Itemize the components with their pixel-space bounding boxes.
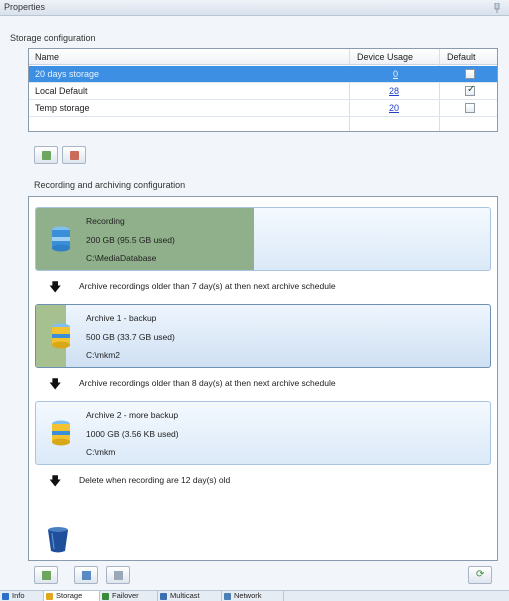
column-header-name[interactable]: Name: [31, 49, 59, 65]
storage-row-usage-link[interactable]: 0: [389, 66, 398, 82]
remove-archive-button[interactable]: [106, 566, 130, 584]
recording-storage-card[interactable]: Recording 200 GB (95.5 GB used) C:\Media…: [35, 207, 491, 271]
card-size: 1000 GB (3.56 KB used): [86, 429, 179, 439]
tab-label: Storage: [56, 591, 83, 600]
tab-label: Info: [12, 591, 25, 600]
panel-titlebar: Properties: [0, 0, 509, 16]
add-archive-button[interactable]: [34, 566, 58, 584]
storage-row-name: Local Default: [35, 86, 88, 96]
network-icon: [224, 593, 231, 600]
storage-group-label: Storage configuration: [10, 33, 96, 43]
storage-row-usage-link[interactable]: 20: [385, 100, 399, 116]
refresh-button[interactable]: ⟳: [468, 566, 492, 584]
storage-row-name: 20 days storage: [35, 69, 100, 79]
tab-info[interactable]: Info: [0, 591, 44, 601]
tab-network[interactable]: Network: [222, 591, 284, 601]
remove-storage-button[interactable]: [62, 146, 86, 164]
info-icon: [2, 593, 9, 600]
properties-tabs: Info Storage Failover Multicast Network: [0, 590, 509, 601]
storage-grid: Name Device Usage Default 20 days storag…: [28, 48, 498, 132]
storage-icon: [46, 593, 53, 600]
database-icon: [52, 226, 70, 252]
storage-grid-header: Name Device Usage Default: [29, 49, 497, 65]
add-storage-icon: [42, 151, 51, 160]
arrow-down-icon: 🡇: [49, 280, 62, 294]
failover-icon: [102, 593, 109, 600]
tab-storage[interactable]: Storage: [44, 591, 100, 601]
database-icon: [52, 420, 70, 446]
add-archive-icon: [42, 571, 51, 580]
add-storage-button[interactable]: [34, 146, 58, 164]
remove-archive-icon: [114, 571, 123, 580]
panel-title: Properties: [4, 2, 46, 12]
default-checkbox[interactable]: [465, 69, 475, 79]
default-checkbox[interactable]: [465, 103, 475, 113]
archive-storage-card[interactable]: Archive 1 - backup 500 GB (33.7 GB used)…: [35, 304, 491, 368]
storage-row-name: Temp storage: [35, 103, 90, 113]
remove-storage-icon: [70, 151, 79, 160]
refresh-icon: ⟳: [476, 569, 485, 580]
card-path: C:\mkm2: [86, 350, 120, 360]
archive-settings-button[interactable]: [74, 566, 98, 584]
recording-group-label: Recording and archiving configuration: [34, 180, 186, 190]
delete-rule-text: Delete when recording are 12 day(s) old: [79, 475, 231, 485]
tab-label: Multicast: [170, 591, 200, 600]
database-icon: [52, 323, 70, 349]
storage-row[interactable]: Local Default 28: [29, 83, 497, 100]
column-header-device-usage[interactable]: Device Usage: [353, 49, 413, 65]
recording-flow-panel: Recording 200 GB (95.5 GB used) C:\Media…: [28, 196, 498, 561]
archive-rule-text: Archive recordings older than 7 day(s) a…: [79, 281, 336, 291]
storage-row[interactable]: Temp storage 20: [29, 100, 497, 117]
pin-icon[interactable]: [493, 3, 501, 13]
archive-settings-icon: [82, 571, 91, 580]
multicast-icon: [160, 593, 167, 600]
card-size: 500 GB (33.7 GB used): [86, 332, 175, 342]
archive-rule-text: Archive recordings older than 8 day(s) a…: [79, 378, 336, 388]
storage-row-usage-link[interactable]: 28: [385, 83, 399, 99]
card-path: C:\MediaDatabase: [86, 253, 157, 263]
card-path: C:\mkm: [86, 447, 116, 457]
card-size: 200 GB (95.5 GB used): [86, 235, 175, 245]
arrow-down-icon: 🡇: [49, 377, 62, 391]
archive-storage-card[interactable]: Archive 2 - more backup 1000 GB (3.56 KB…: [35, 401, 491, 465]
card-title: Archive 1 - backup: [86, 313, 157, 323]
card-title: Archive 2 - more backup: [86, 410, 179, 420]
card-title: Recording: [86, 216, 125, 226]
column-header-default[interactable]: Default: [443, 49, 476, 65]
tab-label: Network: [234, 591, 262, 600]
tab-failover[interactable]: Failover: [100, 591, 158, 601]
tab-multicast[interactable]: Multicast: [158, 591, 222, 601]
arrow-down-icon: 🡇: [49, 474, 62, 488]
storage-row[interactable]: 20 days storage 0: [29, 66, 497, 83]
tab-label: Failover: [112, 591, 139, 600]
default-checkbox[interactable]: [465, 84, 475, 96]
delete-bin-icon: [48, 527, 68, 553]
